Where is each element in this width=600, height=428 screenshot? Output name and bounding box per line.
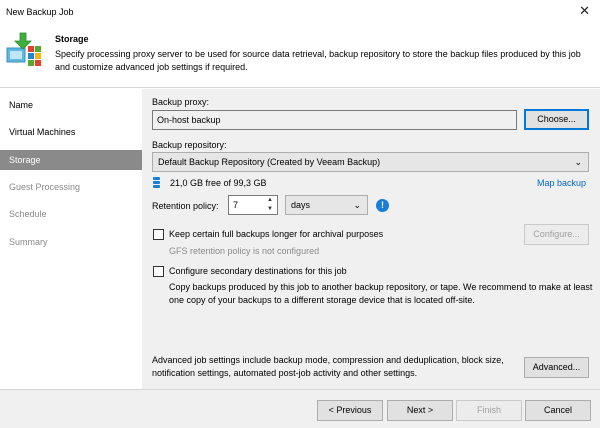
info-icon[interactable]: ! [376,199,389,212]
storage-settings-panel: Backup proxy: On-host backup Choose... B… [142,89,600,389]
backup-repository-value: Default Backup Repository (Created by Ve… [158,157,381,167]
backup-repository-select[interactable]: Default Backup Repository (Created by Ve… [152,152,589,172]
secondary-destinations-description: Copy backups produced by this job to ano… [169,282,593,305]
sidebar-item-virtual-machines[interactable]: Virtual Machines [0,122,142,142]
window-title: New Backup Job [6,7,74,17]
gfs-retention-label: Keep certain full backups longer for arc… [169,229,384,239]
retention-policy-label: Retention policy: [152,201,219,211]
wizard-steps-sidebar: Name Virtual Machines Storage Guest Proc… [0,89,142,389]
sidebar-item-summary: Summary [9,237,48,247]
wizard-footer: < Previous Next > Finish Cancel [0,389,600,428]
backup-job-icon [6,32,41,66]
database-icon [153,177,160,188]
advanced-settings-description: Advanced job settings include backup mod… [152,355,504,378]
title-bar: New Backup Job ✕ [0,0,600,24]
chevron-down-icon: ⌄ [574,157,582,167]
repository-free-space: 21,0 GB free of 99,3 GB [170,178,267,188]
backup-proxy-label: Backup proxy: [152,97,210,107]
previous-button[interactable]: < Previous [317,400,383,421]
sidebar-item-schedule: Schedule [9,209,47,219]
configure-gfs-button[interactable]: Configure... [524,224,589,245]
sidebar-item-guest-processing: Guest Processing [9,182,81,192]
next-button[interactable]: Next > [387,400,453,421]
map-backup-link[interactable]: Map backup [537,178,586,188]
retention-unit-select[interactable]: days ⌄ [285,195,368,215]
page-title: Storage [55,34,89,44]
wizard-header: Storage Specify processing proxy server … [0,24,600,88]
chevron-down-icon: ⌄ [353,200,361,210]
backup-repository-label: Backup repository: [152,140,227,150]
secondary-destinations-checkbox[interactable] [153,266,164,277]
advanced-settings-button[interactable]: Advanced... [524,357,589,378]
sidebar-item-name[interactable]: Name [0,95,142,115]
close-icon[interactable]: ✕ [579,4,590,18]
secondary-destinations-label: Configure secondary destinations for thi… [169,266,347,276]
page-description: Specify processing proxy server to be us… [55,49,581,72]
sidebar-item-storage[interactable]: Storage [0,150,142,170]
cancel-button[interactable]: Cancel [525,400,591,421]
retention-unit-value: days [291,200,311,210]
finish-button: Finish [456,400,522,421]
retention-value-stepper[interactable]: 7 ▲ ▼ [228,195,278,215]
gfs-status-text: GFS retention policy is not configured [169,246,320,256]
choose-proxy-button[interactable]: Choose... [524,109,589,130]
stepper-arrows-icon[interactable]: ▲ ▼ [265,196,275,214]
retention-value: 7 [233,200,239,210]
backup-proxy-field[interactable]: On-host backup [152,110,517,130]
gfs-retention-checkbox[interactable] [153,229,164,240]
